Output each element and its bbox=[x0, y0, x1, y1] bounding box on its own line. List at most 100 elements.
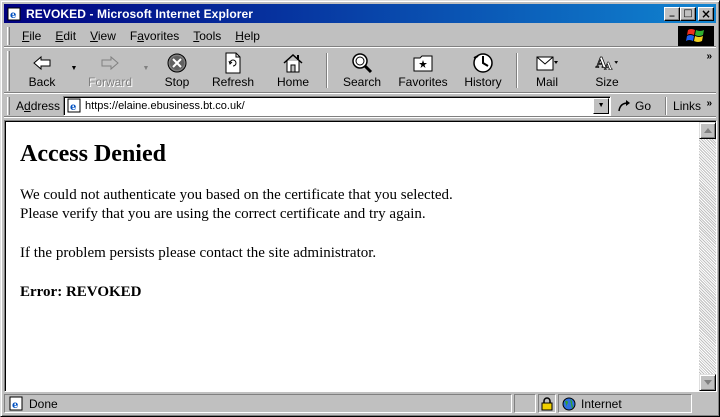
address-label-rest: dress bbox=[30, 98, 61, 113]
history-label: History bbox=[464, 75, 502, 89]
go-arrow-icon bbox=[617, 98, 633, 114]
error-message: Error: REVOKED bbox=[20, 284, 142, 300]
back-arrow-icon bbox=[30, 52, 54, 74]
menu-bar: File Edit View Favorites Tools Help bbox=[4, 25, 716, 47]
chevron-down-icon: ▼ bbox=[597, 102, 605, 109]
mail-icon bbox=[535, 52, 559, 74]
size-button[interactable]: AA Size bbox=[572, 49, 642, 92]
address-field[interactable]: e ▼ bbox=[63, 95, 612, 116]
home-icon bbox=[281, 52, 305, 74]
search-button[interactable]: Search bbox=[332, 49, 392, 92]
search-icon bbox=[350, 52, 374, 74]
page-viewport: Access Denied We could not authenticate … bbox=[5, 121, 716, 391]
back-dropdown-icon: ▼ bbox=[70, 65, 78, 72]
stop-icon bbox=[165, 52, 189, 74]
scroll-down-button[interactable] bbox=[699, 374, 716, 391]
page-heading: Access Denied bbox=[20, 141, 166, 167]
ie-page-icon: e bbox=[6, 6, 22, 22]
window-title: REVOKED - Microsoft Internet Explorer bbox=[26, 6, 254, 21]
address-input[interactable] bbox=[85, 99, 586, 112]
toolbar-separator bbox=[516, 53, 518, 88]
arrow-up-icon bbox=[703, 128, 712, 133]
address-label-pre: A bbox=[16, 98, 25, 113]
page-done-icon: e bbox=[8, 396, 24, 412]
padlock-icon bbox=[541, 396, 553, 410]
svg-text:e: e bbox=[12, 400, 18, 411]
addressbar-grip[interactable] bbox=[7, 96, 10, 115]
forward-label: Forward bbox=[87, 75, 132, 89]
menu-view-label: iew bbox=[97, 28, 116, 43]
home-label: Home bbox=[276, 75, 309, 89]
svg-text:e: e bbox=[70, 102, 76, 113]
forward-arrow-icon bbox=[98, 52, 122, 74]
ie-page-icon: e bbox=[66, 98, 82, 114]
browser-window: e REVOKED - Microsoft Internet Explorer … bbox=[0, 0, 720, 417]
menubar-grip[interactable] bbox=[7, 26, 10, 45]
address-label-accel: d bbox=[24, 98, 31, 113]
forward-dropdown-icon: ▼ bbox=[142, 65, 150, 72]
menu-favorites[interactable]: Favorites bbox=[124, 29, 187, 43]
message-line-1: We could not authenticate you based on t… bbox=[20, 187, 453, 203]
stop-button[interactable]: Stop bbox=[152, 49, 202, 92]
content-frame: Access Denied We could not authenticate … bbox=[4, 120, 717, 392]
links-more-chevron[interactable]: » bbox=[706, 98, 712, 109]
contact-paragraph: If the problem persists please contact t… bbox=[20, 245, 377, 261]
forward-dropdown[interactable]: ▼ bbox=[140, 49, 152, 92]
mail-label: Mail bbox=[535, 75, 558, 89]
message-line-2: Please verify that you are using the cor… bbox=[20, 206, 426, 222]
back-dropdown[interactable]: ▼ bbox=[68, 49, 80, 92]
minimize-button[interactable]: _ bbox=[664, 5, 680, 21]
close-icon: × bbox=[700, 6, 712, 21]
title-bar[interactable]: e REVOKED - Microsoft Internet Explorer … bbox=[4, 4, 716, 23]
refresh-icon bbox=[221, 52, 245, 74]
status-bar: e Done Internet bbox=[4, 394, 716, 414]
home-button[interactable]: Home bbox=[264, 49, 322, 92]
address-bar: Address e ▼ Go Links » bbox=[4, 95, 716, 117]
search-label: Search bbox=[342, 75, 382, 89]
status-panel-empty bbox=[514, 394, 536, 413]
stop-label: Stop bbox=[164, 75, 190, 89]
favorites-button[interactable]: Favorites bbox=[392, 49, 454, 92]
windows-logo bbox=[678, 26, 714, 46]
status-main-panel: e Done bbox=[4, 394, 512, 413]
menu-tools[interactable]: Tools bbox=[187, 29, 229, 43]
menu-help[interactable]: Help bbox=[229, 29, 268, 43]
refresh-label: Refresh bbox=[211, 75, 255, 89]
menu-view-accel: V bbox=[90, 28, 98, 43]
menu-favorites-label: vorites bbox=[143, 28, 180, 43]
favorites-folder-icon bbox=[411, 52, 435, 74]
toolbar-grip[interactable] bbox=[7, 51, 10, 91]
scroll-up-button[interactable] bbox=[699, 122, 716, 139]
minimize-icon: _ bbox=[669, 5, 675, 17]
standard-toolbar: Back ▼ Forward ▼ Stop Refresh Home Searc… bbox=[4, 49, 716, 93]
address-dropdown-button[interactable]: ▼ bbox=[593, 97, 610, 114]
menu-tools-label: ools bbox=[199, 28, 222, 43]
menu-favorites-accel: a bbox=[137, 28, 144, 43]
close-button[interactable]: × bbox=[698, 6, 714, 21]
address-label: Address bbox=[16, 99, 60, 113]
refresh-button[interactable]: Refresh bbox=[202, 49, 264, 92]
back-button[interactable]: Back bbox=[16, 49, 68, 92]
menu-view[interactable]: View bbox=[84, 29, 124, 43]
links-button[interactable]: Links bbox=[673, 99, 701, 113]
maximize-button[interactable]: □ bbox=[680, 6, 696, 21]
message-paragraph: We could not authenticate you based on t… bbox=[20, 186, 685, 224]
page-body: Access Denied We could not authenticate … bbox=[6, 122, 699, 391]
forward-button[interactable]: Forward bbox=[80, 49, 140, 92]
mail-button[interactable]: Mail bbox=[522, 49, 572, 92]
back-label: Back bbox=[28, 75, 56, 89]
scroll-track[interactable] bbox=[699, 139, 716, 374]
status-zone-panel[interactable]: Internet bbox=[558, 394, 692, 413]
maximize-icon: □ bbox=[683, 7, 693, 19]
menu-file[interactable]: File bbox=[16, 29, 49, 43]
vertical-scrollbar[interactable] bbox=[699, 122, 716, 391]
svg-text:e: e bbox=[10, 10, 16, 21]
arrow-down-icon bbox=[703, 380, 712, 385]
history-icon bbox=[471, 52, 495, 74]
status-lock-panel[interactable] bbox=[538, 394, 556, 413]
menu-edit[interactable]: Edit bbox=[49, 29, 84, 43]
menu-file-label: ile bbox=[29, 28, 42, 43]
go-button[interactable]: Go bbox=[617, 98, 661, 114]
toolbar-more-chevron[interactable]: » bbox=[706, 51, 712, 62]
history-button[interactable]: History bbox=[454, 49, 512, 92]
